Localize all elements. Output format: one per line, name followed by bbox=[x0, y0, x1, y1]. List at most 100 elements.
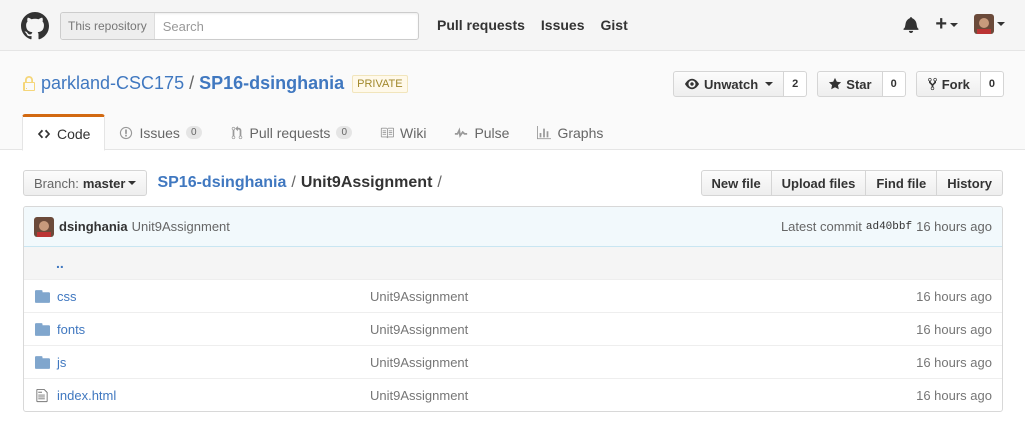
repo-title: parkland-CSC175 / SP16-dsinghania PRIVAT… bbox=[22, 73, 408, 94]
latest-commit-bar: dsinghania Unit9Assignment Latest commit… bbox=[24, 207, 1002, 247]
branch-select[interactable]: Branch: master bbox=[23, 170, 148, 196]
file-age: 16 hours ago bbox=[916, 354, 992, 370]
tab-graphs[interactable]: Graphs bbox=[523, 114, 617, 151]
chevron-down-icon bbox=[765, 82, 774, 86]
issue-icon bbox=[120, 126, 133, 139]
repo-name-link[interactable]: SP16-dsinghania bbox=[199, 73, 344, 94]
file-name-link[interactable]: js bbox=[57, 355, 66, 370]
commit-author-link[interactable]: dsinghania bbox=[59, 219, 128, 234]
star-label: Star bbox=[846, 76, 872, 92]
file-name-link[interactable]: fonts bbox=[57, 322, 85, 337]
unwatch-button[interactable]: Unwatch bbox=[672, 71, 785, 97]
commit-message-link[interactable]: Unit9Assignment bbox=[132, 219, 230, 234]
file-name-link[interactable]: css bbox=[57, 289, 77, 304]
file-name-link[interactable]: index.html bbox=[57, 388, 116, 403]
tab-wiki-label: Wiki bbox=[400, 124, 427, 141]
create-new-button[interactable]: + bbox=[935, 14, 958, 34]
code-icon bbox=[37, 129, 51, 138]
pull-requests-count-badge: 0 bbox=[336, 126, 352, 139]
history-button[interactable]: History bbox=[936, 170, 1003, 196]
github-logo-icon[interactable] bbox=[21, 12, 49, 40]
header-nav: Pull requests Issues Gist bbox=[437, 17, 628, 33]
nav-gist[interactable]: Gist bbox=[601, 17, 628, 33]
user-menu-button[interactable] bbox=[974, 14, 1005, 34]
file-table: dsinghania Unit9Assignment Latest commit… bbox=[23, 206, 1003, 412]
file-commit-message[interactable]: Unit9Assignment bbox=[370, 388, 468, 403]
tab-pulse[interactable]: Pulse bbox=[440, 114, 523, 151]
table-row: fonts Unit9Assignment 16 hours ago bbox=[24, 313, 1002, 346]
fork-label: Fork bbox=[941, 76, 970, 92]
parent-directory-link[interactable]: .. bbox=[56, 255, 64, 271]
stars-count[interactable]: 0 bbox=[882, 71, 906, 97]
fork-button[interactable]: Fork bbox=[915, 71, 981, 97]
tab-graphs-label: Graphs bbox=[557, 124, 604, 141]
file-text-icon bbox=[27, 388, 57, 403]
repo-actions: Unwatch 2 Star 0 Fork 0 bbox=[672, 71, 1004, 97]
table-row: js Unit9Assignment 16 hours ago bbox=[24, 346, 1002, 379]
path-separator: / bbox=[189, 73, 195, 93]
watchers-count[interactable]: 2 bbox=[784, 71, 808, 97]
commit-sha-link[interactable]: ad40bbf bbox=[866, 221, 912, 233]
tab-issues-label: Issues bbox=[139, 124, 180, 141]
nav-issues[interactable]: Issues bbox=[541, 17, 585, 33]
find-file-button[interactable]: Find file bbox=[865, 170, 938, 196]
issues-count-badge: 0 bbox=[185, 126, 202, 139]
upload-files-button[interactable]: Upload files bbox=[770, 170, 867, 196]
search-scope-label: This repository bbox=[61, 13, 155, 39]
pull-request-icon bbox=[231, 125, 242, 139]
star-group: Star 0 bbox=[817, 71, 906, 97]
file-age: 16 hours ago bbox=[916, 288, 992, 304]
chevron-down-icon bbox=[997, 22, 1005, 26]
parent-directory-row: .. bbox=[24, 247, 1002, 280]
breadcrumb-separator: / bbox=[437, 174, 442, 191]
graph-icon bbox=[537, 125, 552, 139]
repo-header: parkland-CSC175 / SP16-dsinghania PRIVAT… bbox=[0, 51, 1025, 151]
tab-wiki[interactable]: Wiki bbox=[366, 114, 440, 151]
chevron-down-icon bbox=[128, 181, 137, 185]
watch-group: Unwatch 2 bbox=[672, 71, 808, 97]
plus-icon: + bbox=[935, 13, 947, 35]
repo-owner-link[interactable]: parkland-CSC175 bbox=[41, 73, 184, 94]
search-box: This repository bbox=[60, 12, 419, 40]
bell-icon[interactable] bbox=[903, 16, 919, 33]
breadcrumb-repo-link[interactable]: SP16-dsinghania bbox=[157, 174, 286, 192]
file-navigation: Branch: master SP16-dsinghania / Unit9As… bbox=[23, 170, 442, 196]
file-age: 16 hours ago bbox=[916, 388, 992, 403]
branch-label: Branch: bbox=[34, 175, 79, 191]
file-commit-message[interactable]: Unit9Assignment bbox=[370, 322, 468, 337]
site-header: This repository Pull requests Issues Gis… bbox=[0, 0, 1025, 51]
breadcrumb-separator: / bbox=[291, 174, 296, 191]
forks-count[interactable]: 0 bbox=[980, 71, 1004, 97]
latest-commit-info: Latest commit ad40bbf 16 hours ago bbox=[781, 219, 992, 234]
latest-commit-label: Latest commit bbox=[780, 219, 862, 234]
folder-icon bbox=[27, 355, 57, 369]
tab-pulse-label: Pulse bbox=[474, 124, 510, 141]
pulse-icon bbox=[455, 126, 468, 138]
tab-pull-requests[interactable]: Pull requests 0 bbox=[216, 114, 367, 151]
unwatch-label: Unwatch bbox=[703, 76, 759, 92]
chevron-down-icon bbox=[950, 22, 958, 27]
tab-code[interactable]: Code bbox=[22, 114, 106, 151]
folder-icon bbox=[27, 322, 57, 336]
header-right: + bbox=[903, 14, 1005, 34]
star-button[interactable]: Star bbox=[817, 71, 883, 97]
lock-icon bbox=[23, 75, 35, 91]
nav-pull-requests[interactable]: Pull requests bbox=[437, 17, 525, 33]
file-commit-message[interactable]: Unit9Assignment bbox=[370, 355, 468, 370]
branch-name: master bbox=[82, 175, 126, 191]
eye-icon bbox=[684, 78, 699, 90]
search-input[interactable] bbox=[154, 18, 415, 34]
avatar bbox=[974, 14, 994, 34]
commit-age: 16 hours ago bbox=[916, 219, 992, 234]
new-file-button[interactable]: New file bbox=[700, 170, 772, 196]
breadcrumb-current: Unit9Assignment bbox=[300, 174, 433, 191]
repo-tabs: Code Issues 0 Pull requests 0 Wiki Pulse… bbox=[22, 114, 617, 151]
book-icon bbox=[380, 127, 394, 138]
avatar bbox=[34, 216, 54, 237]
tab-issues[interactable]: Issues 0 bbox=[105, 114, 215, 151]
table-row: css Unit9Assignment 16 hours ago bbox=[24, 280, 1002, 313]
folder-icon bbox=[27, 289, 57, 303]
file-actions: New file Upload files Find file History bbox=[700, 170, 1003, 196]
fork-group: Fork 0 bbox=[915, 71, 1004, 97]
file-commit-message[interactable]: Unit9Assignment bbox=[370, 289, 468, 304]
